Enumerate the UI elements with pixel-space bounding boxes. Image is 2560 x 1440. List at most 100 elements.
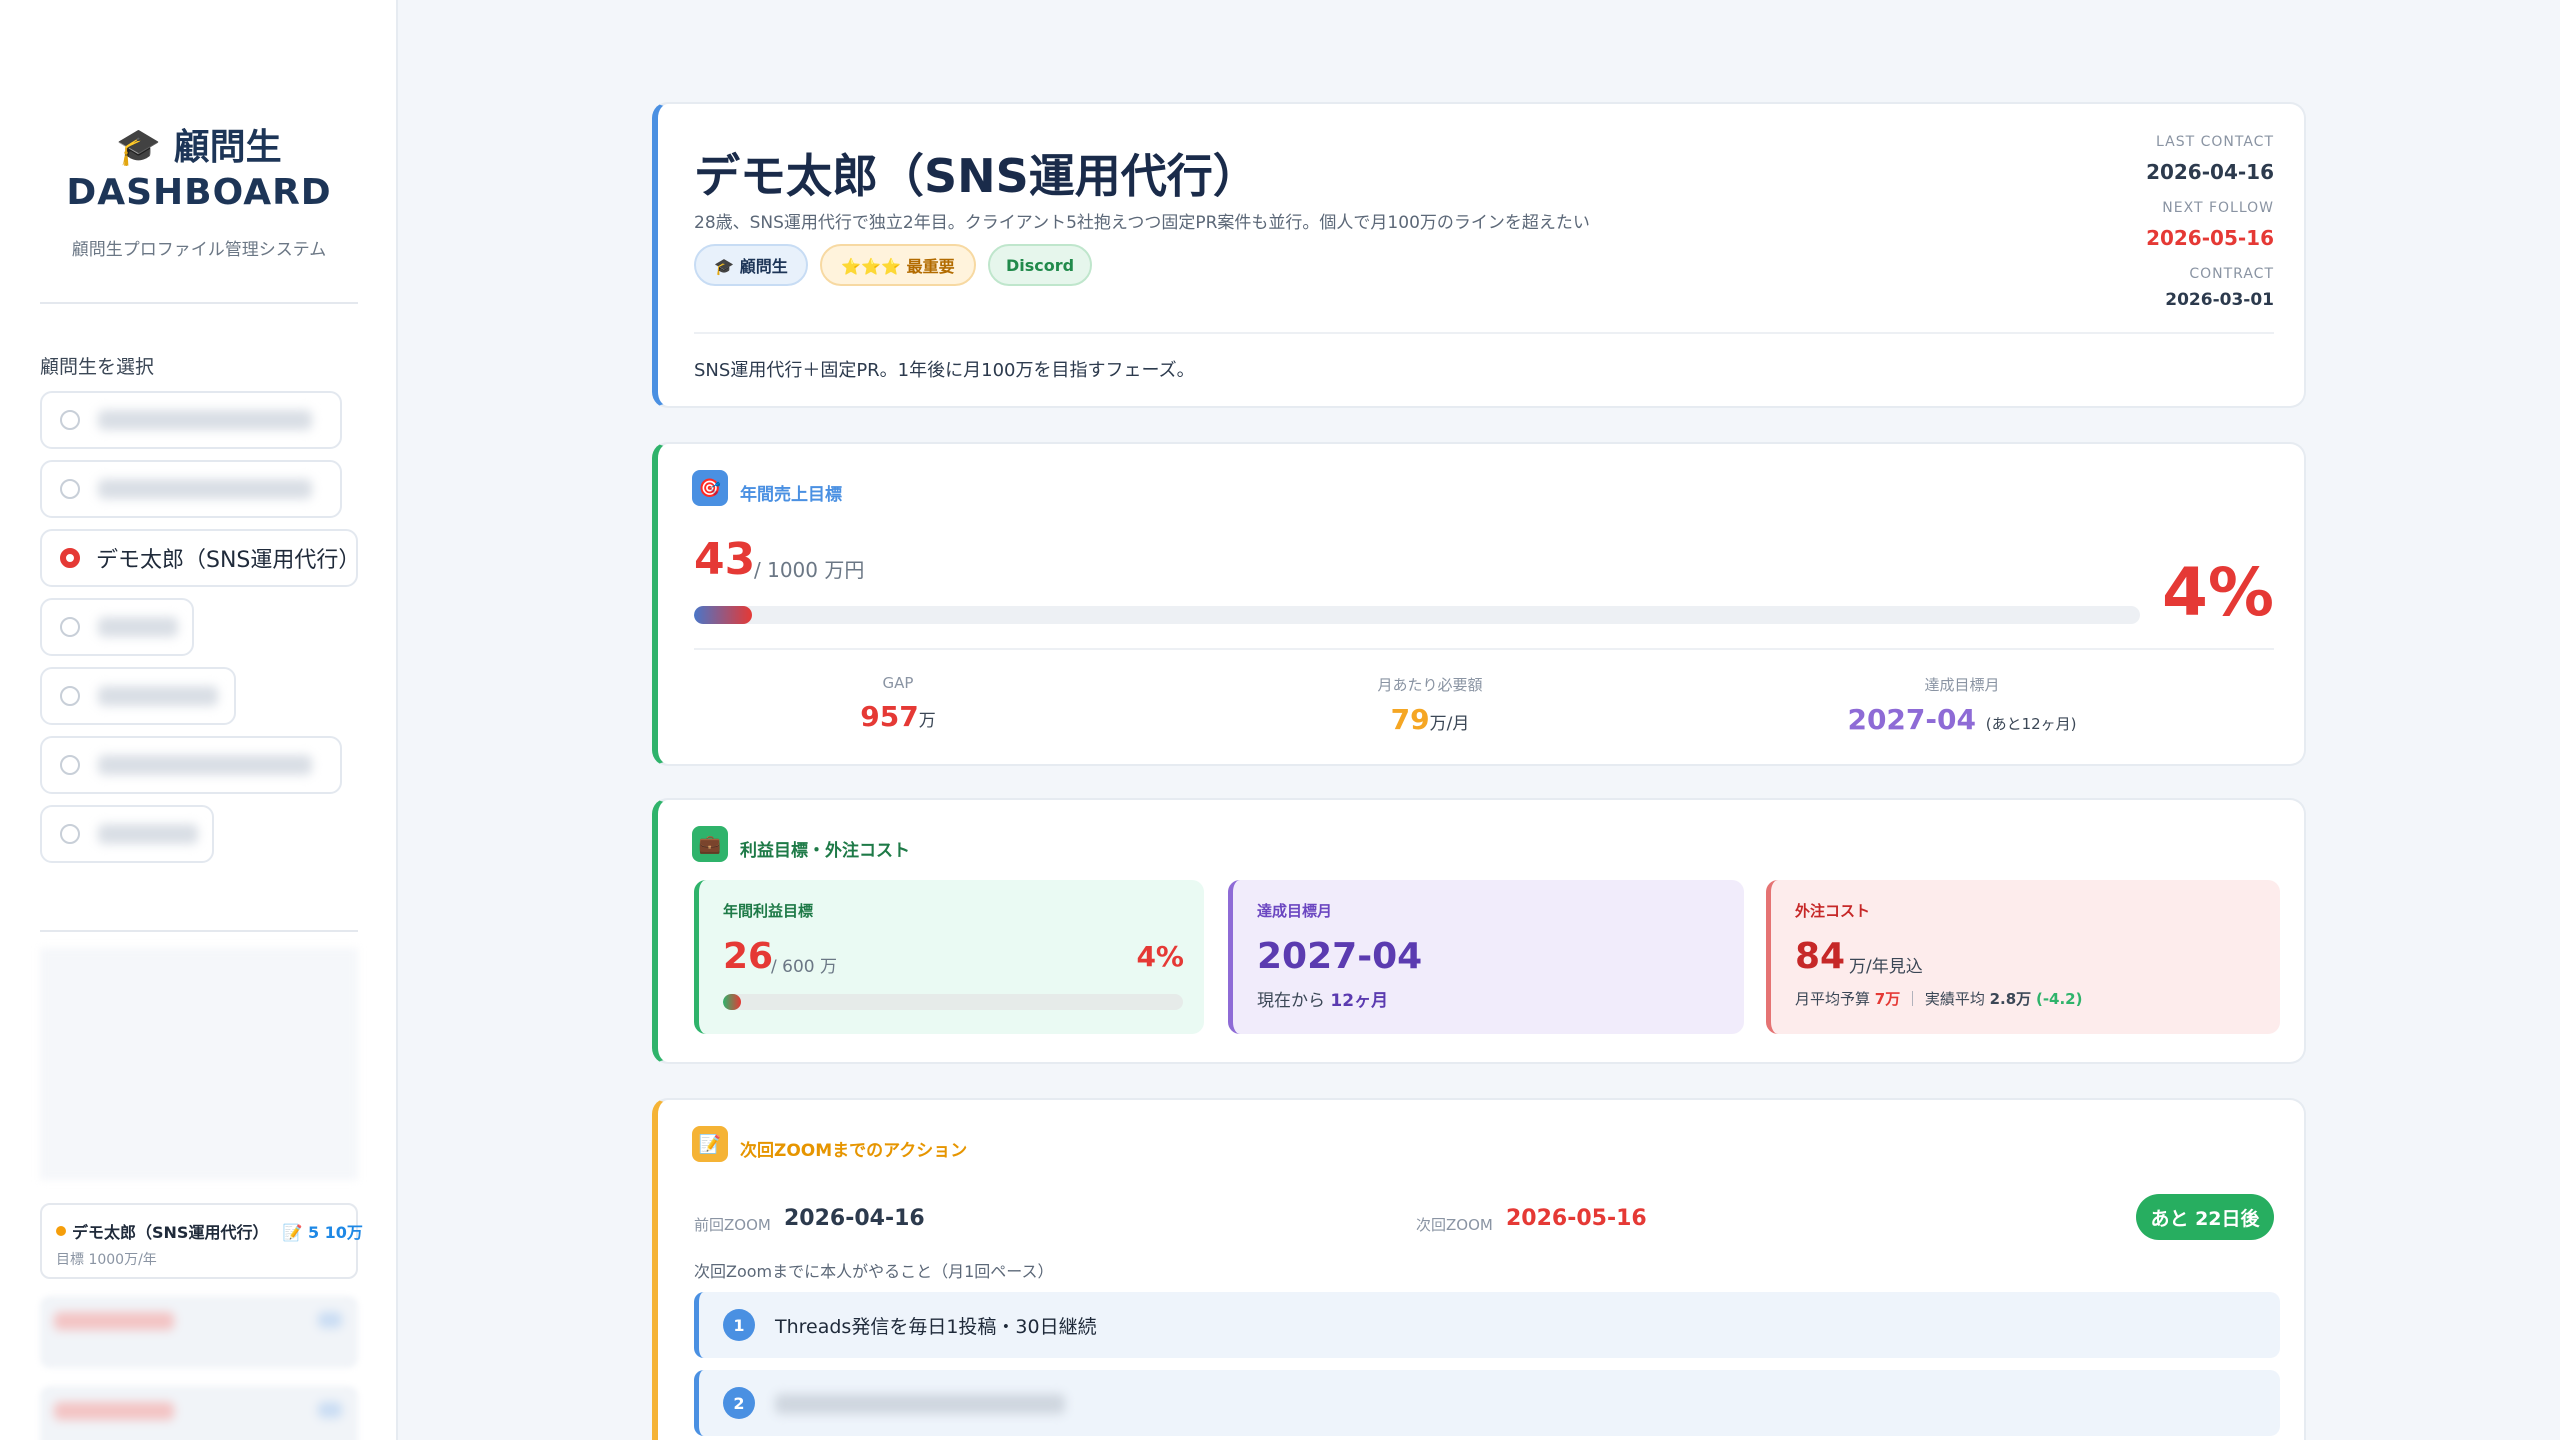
sidebar-divider: [40, 930, 358, 932]
annual-profit-current: 26: [723, 936, 774, 977]
profile-card: デモ太郎（SNS運用代行） 28歳、SNS運用代行で独立2年目。クライアント5社…: [652, 102, 2306, 408]
target-icon: 🎯: [692, 470, 728, 506]
redacted-name: [98, 479, 312, 499]
gap-stat: GAP 957万: [658, 674, 1138, 733]
redacted-panel: [40, 948, 358, 1180]
redacted-action-text: [775, 1394, 1065, 1414]
next-zoom-date: 2026-05-16: [1506, 1206, 1647, 1231]
profile-divider: [694, 332, 2274, 334]
sidebar: 🎓 顧問生 DASHBOARD 顧問生プロファイル管理システム 顧問生を選択 デ…: [0, 0, 398, 1440]
redacted-name: [98, 617, 178, 637]
monthly-value: 79万/月: [1390, 703, 1470, 736]
client-name: デモ太郎（SNS運用代行）: [694, 149, 1259, 203]
gap-value: 957万: [860, 700, 936, 733]
revenue-progress-bar: [694, 606, 2140, 624]
gap-label: GAP: [882, 674, 914, 692]
monthly-label: 月あたり必要額: [1377, 676, 1483, 694]
action-item[interactable]: 2: [694, 1370, 2280, 1436]
revenue-target: / 1000 万円: [754, 558, 865, 582]
contract-date: 2026-03-01: [2165, 290, 2274, 310]
annual-profit-target: / 600 万: [771, 957, 837, 977]
brand-subtitle: 顧問生プロファイル管理システム: [71, 240, 327, 260]
revenue-progress-fill: [694, 606, 752, 624]
client-select-label: 顧問生を選択: [40, 356, 155, 378]
action-hint: 次回Zoomまでに本人がやること（月1回ペース）: [694, 1262, 1054, 1281]
tag-advisee: 🎓 顧問生: [694, 244, 808, 286]
target-month-label: 達成目標月: [1257, 902, 1333, 920]
next-follow-label: NEXT FOLLOW: [2162, 200, 2274, 216]
annual-profit-label: 年間利益目標: [723, 902, 814, 920]
prev-zoom-label: 前回ZOOM: [694, 1216, 771, 1234]
tag-priority: ⭐⭐⭐ 最重要: [820, 244, 976, 286]
annual-profit-panel: 年間利益目標 26 / 600 万 4%: [694, 880, 1204, 1034]
memo-icon: 📝: [282, 1223, 303, 1242]
last-contact-date: 2026-04-16: [2146, 160, 2274, 184]
radio-button[interactable]: [60, 410, 80, 430]
summary-target: 目標 1000万/年: [56, 1252, 157, 1268]
zoom-title: 次回ZOOMまでのアクション: [740, 1141, 968, 1161]
summary-client-name: デモ太郎（SNS運用代行）: [72, 1223, 269, 1242]
action-number: 2: [723, 1387, 755, 1419]
deadline-value: 2027-04 (あと12ヶ月): [1847, 703, 2077, 736]
status-dot: [56, 1226, 66, 1236]
cost-value: 84: [1795, 936, 1846, 977]
revenue-goal-card: 🎯 年間売上目標 43 / 1000 万円 4% GAP 957万 月あたり必要…: [652, 442, 2306, 766]
radio-button[interactable]: [60, 824, 80, 844]
annual-profit-progress-fill: [723, 994, 742, 1010]
redacted-summary-card[interactable]: [40, 1296, 358, 1368]
radio-button-selected[interactable]: [60, 548, 80, 568]
radio-button[interactable]: [60, 617, 80, 637]
action-text: Threads発信を毎日1投稿・30日継続: [775, 1316, 1097, 1338]
graduation-cap-icon: 🎓: [116, 127, 162, 168]
zoom-action-card: 📝 次回ZOOMまでのアクション 前回ZOOM 2026-04-16 次回ZOO…: [652, 1098, 2306, 1440]
action-item[interactable]: 1 Threads発信を毎日1投稿・30日継続: [694, 1292, 2280, 1358]
client-option[interactable]: [40, 805, 214, 863]
client-option[interactable]: [40, 460, 342, 518]
client-option[interactable]: [40, 391, 342, 449]
prev-zoom-date: 2026-04-16: [784, 1206, 925, 1231]
next-zoom-label: 次回ZOOM: [1416, 1216, 1493, 1234]
radio-button[interactable]: [60, 686, 80, 706]
target-month-value: 2027-04: [1257, 936, 1423, 977]
next-follow-date: 2026-05-16: [2146, 226, 2274, 250]
cost-unit: 万/年見込: [1849, 957, 1923, 977]
selected-client-name: デモ太郎（SNS運用代行）: [96, 548, 361, 573]
redacted-name: [98, 824, 198, 844]
contract-label: CONTRACT: [2189, 266, 2274, 282]
radio-button[interactable]: [60, 755, 80, 775]
profit-cost-card: 💼 利益目標・外注コスト 年間利益目標 26 / 600 万 4% 達成目標月 …: [652, 798, 2306, 1064]
memo-icon: 📝: [692, 1126, 728, 1162]
revenue-divider: [694, 648, 2274, 650]
profile-note: SNS運用代行＋固定PR。1年後に月100万を目指すフェーズ。: [694, 360, 1195, 381]
summary-badge: 📝 5 10万: [282, 1223, 363, 1242]
client-summary-card[interactable]: デモ太郎（SNS運用代行） 📝 5 10万 目標 1000万/年: [40, 1203, 363, 1279]
revenue-current: 43: [694, 534, 756, 585]
revenue-percent: 4%: [2161, 554, 2274, 631]
radio-button[interactable]: [60, 479, 80, 499]
target-month-note: 現在から 12ヶ月: [1257, 991, 1389, 1011]
briefcase-icon: 💼: [692, 826, 728, 862]
profit-title: 利益目標・外注コスト: [740, 841, 910, 861]
outsourcing-cost-panel: 外注コスト 84 万/年見込 月平均予算 7万 ｜ 実績平均 2.8万 (-4.…: [1766, 880, 2280, 1034]
cost-breakdown: 月平均予算 7万 ｜ 実績平均 2.8万 (-4.2): [1795, 990, 2083, 1008]
client-option[interactable]: [40, 667, 236, 725]
action-number: 1: [723, 1309, 755, 1341]
sidebar-divider: [40, 302, 358, 304]
redacted-name: [98, 686, 218, 706]
redacted-summary-card[interactable]: [40, 1386, 358, 1440]
brand-title: 🎓 顧問生: [116, 127, 282, 168]
monthly-required-stat: 月あたり必要額 79万/月: [1190, 674, 1670, 736]
countdown-badge: あと 22日後: [2136, 1194, 2274, 1240]
redacted-name: [98, 410, 312, 430]
revenue-title: 年間売上目標: [740, 485, 842, 505]
last-contact-label: LAST CONTACT: [2156, 134, 2274, 150]
brand-title-sub: DASHBOARD: [66, 172, 332, 213]
client-option[interactable]: [40, 736, 342, 794]
redacted-name: [98, 755, 312, 775]
annual-profit-progress-bar: [723, 994, 1183, 1010]
client-option[interactable]: [40, 598, 194, 656]
deadline-label: 達成目標月: [1924, 676, 2000, 694]
tag-discord: Discord: [988, 244, 1092, 286]
client-option-selected[interactable]: デモ太郎（SNS運用代行）: [40, 529, 361, 587]
client-description: 28歳、SNS運用代行で独立2年目。クライアント5社抱えつつ固定PR案件も並行。…: [694, 213, 1590, 233]
